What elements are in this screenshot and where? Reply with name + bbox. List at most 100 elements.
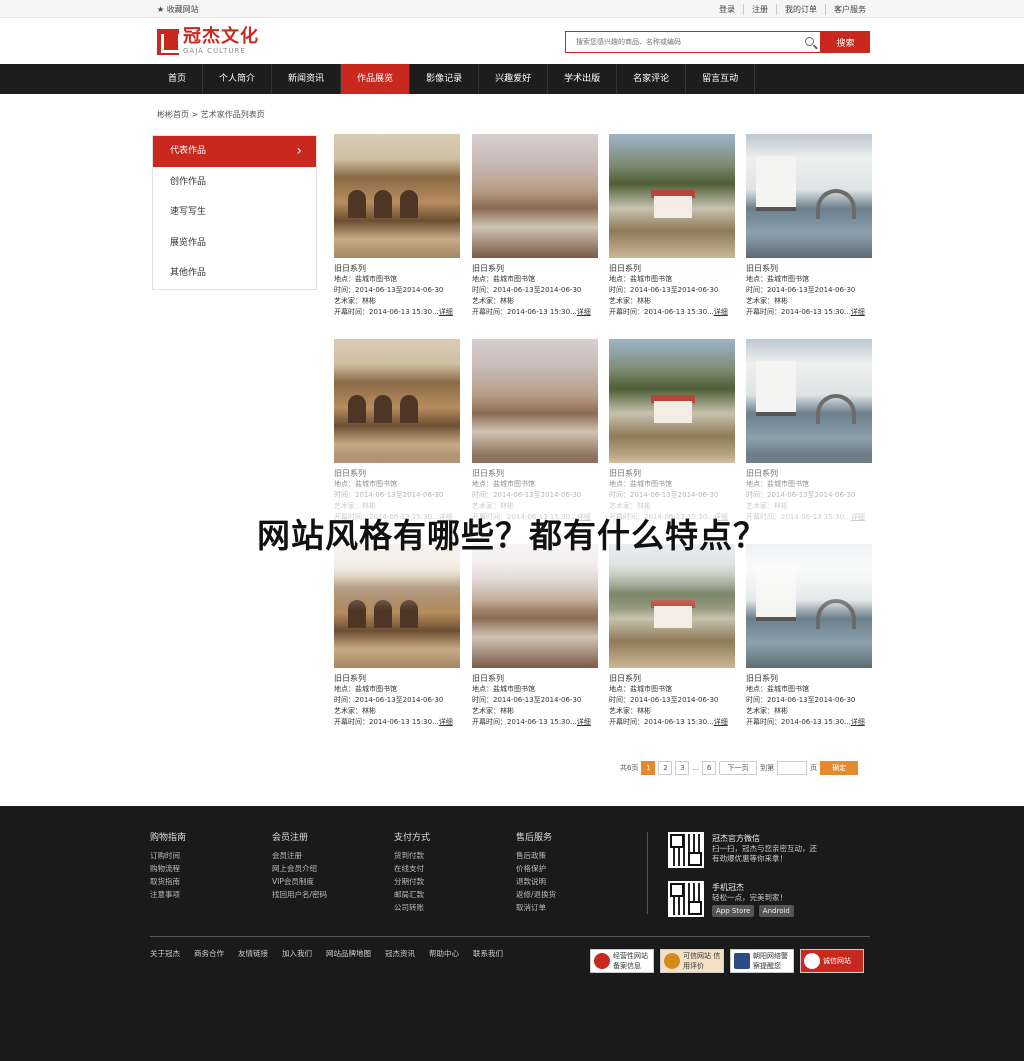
footer-link[interactable]: 在线支付: [394, 862, 430, 875]
page-2-button[interactable]: 2: [658, 761, 673, 775]
artwork-thumbnail[interactable]: [334, 339, 460, 463]
app-store-button[interactable]: App Store: [712, 905, 755, 917]
footer-link[interactable]: 返修/退换货: [516, 888, 556, 901]
footer-bottom-link[interactable]: 网站品牌地图: [326, 948, 371, 959]
detail-link[interactable]: 详细: [714, 308, 728, 316]
artwork-title[interactable]: 旧日系列: [472, 264, 598, 274]
nav-item-7[interactable]: 名家评论: [617, 64, 687, 94]
nav-item-1[interactable]: 个人简介: [203, 64, 273, 94]
badge-business-record[interactable]: 经营性网站 备案信息: [590, 949, 654, 973]
detail-link[interactable]: 详细: [577, 718, 591, 726]
artwork-opening: 开幕时间：2014-06-13 15:30...详细: [472, 307, 598, 318]
page-3-button[interactable]: 3: [675, 761, 690, 775]
artwork-title[interactable]: 旧日系列: [334, 264, 460, 274]
sidebar-item-3[interactable]: 展览作品: [153, 228, 316, 259]
artwork-title[interactable]: 旧日系列: [609, 264, 735, 274]
android-button[interactable]: Android: [758, 905, 794, 917]
my-orders-link[interactable]: 我的订单: [776, 4, 825, 15]
artwork-thumbnail[interactable]: [746, 339, 872, 463]
artwork-thumbnail[interactable]: [609, 134, 735, 258]
footer-link[interactable]: 取货指南: [150, 875, 186, 888]
footer-link[interactable]: 邮局汇款: [394, 888, 430, 901]
nav-item-5[interactable]: 兴趣爱好: [479, 64, 549, 94]
wechat-qr-code: [668, 832, 704, 868]
next-page-button[interactable]: 下一页: [719, 761, 758, 775]
detail-link[interactable]: 详细: [851, 718, 865, 726]
footer-bottom-link[interactable]: 商务合作: [194, 948, 224, 959]
artwork-title[interactable]: 旧日系列: [334, 674, 460, 684]
footer-link[interactable]: 取消订单: [516, 901, 556, 914]
footer-link[interactable]: 分期付款: [394, 875, 430, 888]
artwork-title[interactable]: 旧日系列: [746, 264, 872, 274]
badge-police-reminder[interactable]: 朝阳网络警 察提醒您: [730, 949, 794, 973]
footer-bottom-link[interactable]: 友情链接: [238, 948, 268, 959]
sidebar-item-1[interactable]: 创作作品: [153, 167, 316, 198]
artwork-title[interactable]: 旧日系列: [609, 674, 735, 684]
artwork-location: 地点：盐城市图书馆: [609, 685, 672, 693]
artwork-thumbnail[interactable]: [609, 339, 735, 463]
badge-trusted-site[interactable]: 可信网站 信用评价: [660, 949, 724, 973]
site-logo[interactable]: 冠杰文化 GAJA CULTURE: [157, 28, 259, 55]
footer-link[interactable]: 购物流程: [150, 862, 186, 875]
sidebar-item-0[interactable]: 代表作品: [153, 136, 316, 167]
footer-link[interactable]: 退款说明: [516, 875, 556, 888]
login-link[interactable]: 登录: [711, 4, 743, 15]
footer-link[interactable]: 注意事项: [150, 888, 186, 901]
confirm-button[interactable]: 确定: [820, 761, 859, 775]
customer-service-link[interactable]: 客户服务: [825, 4, 874, 15]
footer-link[interactable]: 货到付款: [394, 849, 430, 862]
sidebar-item-2[interactable]: 速写写生: [153, 197, 316, 228]
goto-page-input[interactable]: [777, 761, 808, 775]
badge-credit-site[interactable]: 诚信网站: [800, 949, 864, 973]
detail-link[interactable]: 详细: [714, 718, 728, 726]
footer-link[interactable]: 公司转账: [394, 901, 430, 914]
search-input[interactable]: [566, 32, 786, 52]
nav-item-8[interactable]: 留言互动: [686, 64, 756, 94]
footer-bottom-link[interactable]: 帮助中心: [429, 948, 459, 959]
footer-bottom-link[interactable]: 联系我们: [473, 948, 503, 959]
footer-bottom-link[interactable]: 加入我们: [282, 948, 312, 959]
opening-time-text: 开幕时间：2014-06-13 15:30...: [609, 718, 714, 726]
artwork-thumbnail[interactable]: [334, 134, 460, 258]
nav-item-2[interactable]: 新闻资讯: [272, 64, 342, 94]
detail-link[interactable]: 详细: [577, 308, 591, 316]
favorite-link[interactable]: ★ 收藏网站: [157, 4, 199, 15]
footer-link[interactable]: 会员注册: [272, 849, 327, 862]
footer-link[interactable]: 网上会员介绍: [272, 862, 327, 875]
artwork-card[interactable]: 旧日系列地点：盐城市图书馆时间：2014-06-13至2014-06-30 艺术家…: [609, 134, 735, 318]
artwork-card[interactable]: 旧日系列地点：盐城市图书馆时间：2014-06-13至2014-06-30 艺术家…: [334, 134, 460, 318]
footer-link[interactable]: 售后政策: [516, 849, 556, 862]
search-icon[interactable]: [805, 37, 814, 46]
footer-bottom-link[interactable]: 冠杰资讯: [385, 948, 415, 959]
artwork-location: 地点：盐城市图书馆: [609, 275, 672, 283]
artwork-title[interactable]: 旧日系列: [746, 674, 872, 684]
footer-link[interactable]: VIP会员制度: [272, 875, 327, 888]
artwork-card[interactable]: 旧日系列地点：盐城市图书馆时间：2014-06-13至2014-06-30 艺术家…: [746, 134, 872, 318]
detail-link[interactable]: 详细: [439, 718, 453, 726]
artwork-thumbnail[interactable]: [746, 134, 872, 258]
page-1-button[interactable]: 1: [641, 761, 656, 775]
search-button[interactable]: 搜索: [821, 31, 870, 53]
artwork-thumbnail[interactable]: [472, 134, 598, 258]
nav-item-4[interactable]: 影像记录: [410, 64, 480, 94]
sidebar-item-4[interactable]: 其他作品: [153, 258, 316, 289]
nav-item-6[interactable]: 学术出版: [548, 64, 618, 94]
opening-time-text: 开幕时间：2014-06-13 15:30...: [334, 308, 439, 316]
wechat-line2: 有劲爆优惠等你来拿！: [712, 854, 787, 863]
page-6-button[interactable]: 6: [702, 761, 717, 775]
footer-link[interactable]: 订购时间: [150, 849, 186, 862]
register-link[interactable]: 注册: [743, 4, 776, 15]
logo-chinese-text: 冠杰文化: [183, 26, 259, 47]
opening-time-text: 开幕时间：2014-06-13 15:30...: [746, 718, 851, 726]
footer-link[interactable]: 价格保护: [516, 862, 556, 875]
nav-item-3[interactable]: 作品展览: [341, 64, 411, 94]
detail-link[interactable]: 详细: [439, 308, 453, 316]
artwork-thumbnail[interactable]: [472, 339, 598, 463]
nav-item-0[interactable]: 首页: [152, 64, 204, 94]
artwork-card[interactable]: 旧日系列地点：盐城市图书馆时间：2014-06-13至2014-06-30 艺术家…: [472, 134, 598, 318]
breadcrumb[interactable]: 彬彬首页 > 艺术家作品列表页: [157, 109, 265, 120]
footer-link[interactable]: 找回用户名/密码: [272, 888, 327, 901]
artwork-title[interactable]: 旧日系列: [472, 674, 598, 684]
footer-bottom-link[interactable]: 关于冠杰: [150, 948, 180, 959]
detail-link[interactable]: 详细: [851, 308, 865, 316]
